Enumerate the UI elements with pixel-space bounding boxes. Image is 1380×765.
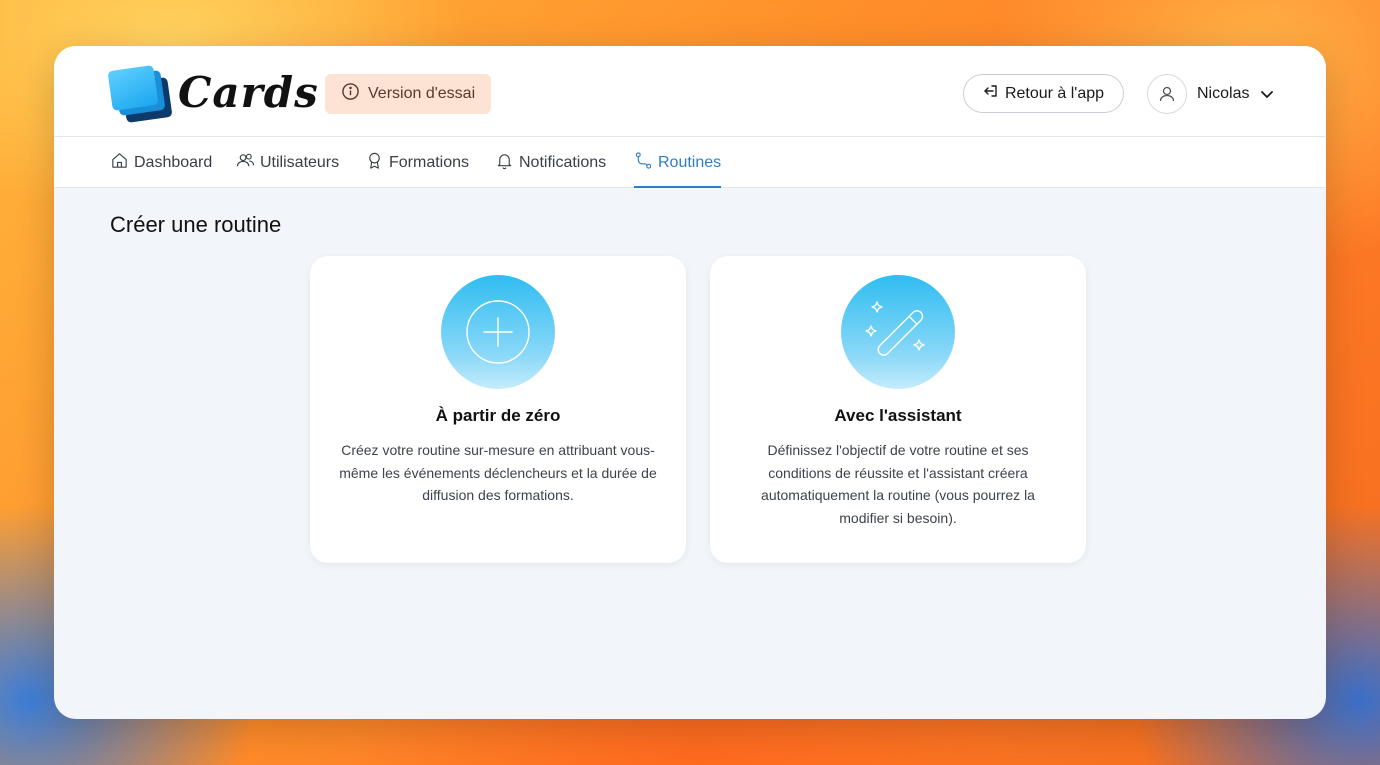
logo-text: Cards [178,68,319,117]
award-icon [365,151,384,175]
user-menu[interactable]: Nicolas [1147,73,1275,114]
tab-notifications[interactable]: Notifications [495,137,606,188]
tab-users-label: Utilisateurs [260,153,340,171]
back-to-app-label: Retour à l'app [1004,84,1105,102]
bell-icon [495,151,514,175]
route-icon [634,151,653,175]
tab-formations-label: Formations [389,153,470,171]
tab-dashboard[interactable]: Dashboard [110,137,212,188]
assistant-card[interactable]: Avec l'assistant Définissez l'objectif d… [710,256,1086,563]
avatar [1147,73,1187,114]
trial-badge-label: Version d'essai [368,85,476,102]
back-to-app-button[interactable]: Retour à l'app [963,74,1124,113]
tab-routines[interactable]: Routines [634,137,722,188]
cards-logo[interactable]: Cards [107,64,318,124]
users-icon [236,151,255,175]
from-scratch-card[interactable]: À partir de zéro Créez votre routine sur… [310,256,686,563]
tab-routines-label: Routines [658,153,722,171]
assistant-title: Avec l'assistant [834,406,962,425]
logo-mark [107,64,174,124]
user-name: Nicolas [1197,84,1250,102]
tab-users[interactable]: Utilisateurs [236,137,339,188]
plus-circle-icon [441,275,555,389]
from-scratch-title: À partir de zéro [435,406,561,425]
page-title: Créer une routine [110,212,282,237]
sign-in-icon [983,83,999,104]
main-nav: Dashboard Utilisateurs Formations Notifi… [54,137,1326,188]
top-bar: Cards Version d'essai Retour à l'app Nic… [54,46,1326,137]
tab-notifications-label: Notifications [519,153,607,171]
info-icon [341,82,360,106]
home-icon [110,151,129,175]
assistant-description: Définissez l'objectif de votre routine e… [761,442,1035,526]
chevron-down-icon [1259,86,1275,102]
app-window: Cards Version d'essai Retour à l'app Nic… [54,46,1326,719]
trial-badge: Version d'essai [325,74,492,114]
tab-dashboard-label: Dashboard [134,153,213,171]
magic-wand-icon [841,275,955,389]
tab-formations[interactable]: Formations [365,137,469,188]
from-scratch-description: Créez votre routine sur-mesure en attrib… [339,442,657,503]
